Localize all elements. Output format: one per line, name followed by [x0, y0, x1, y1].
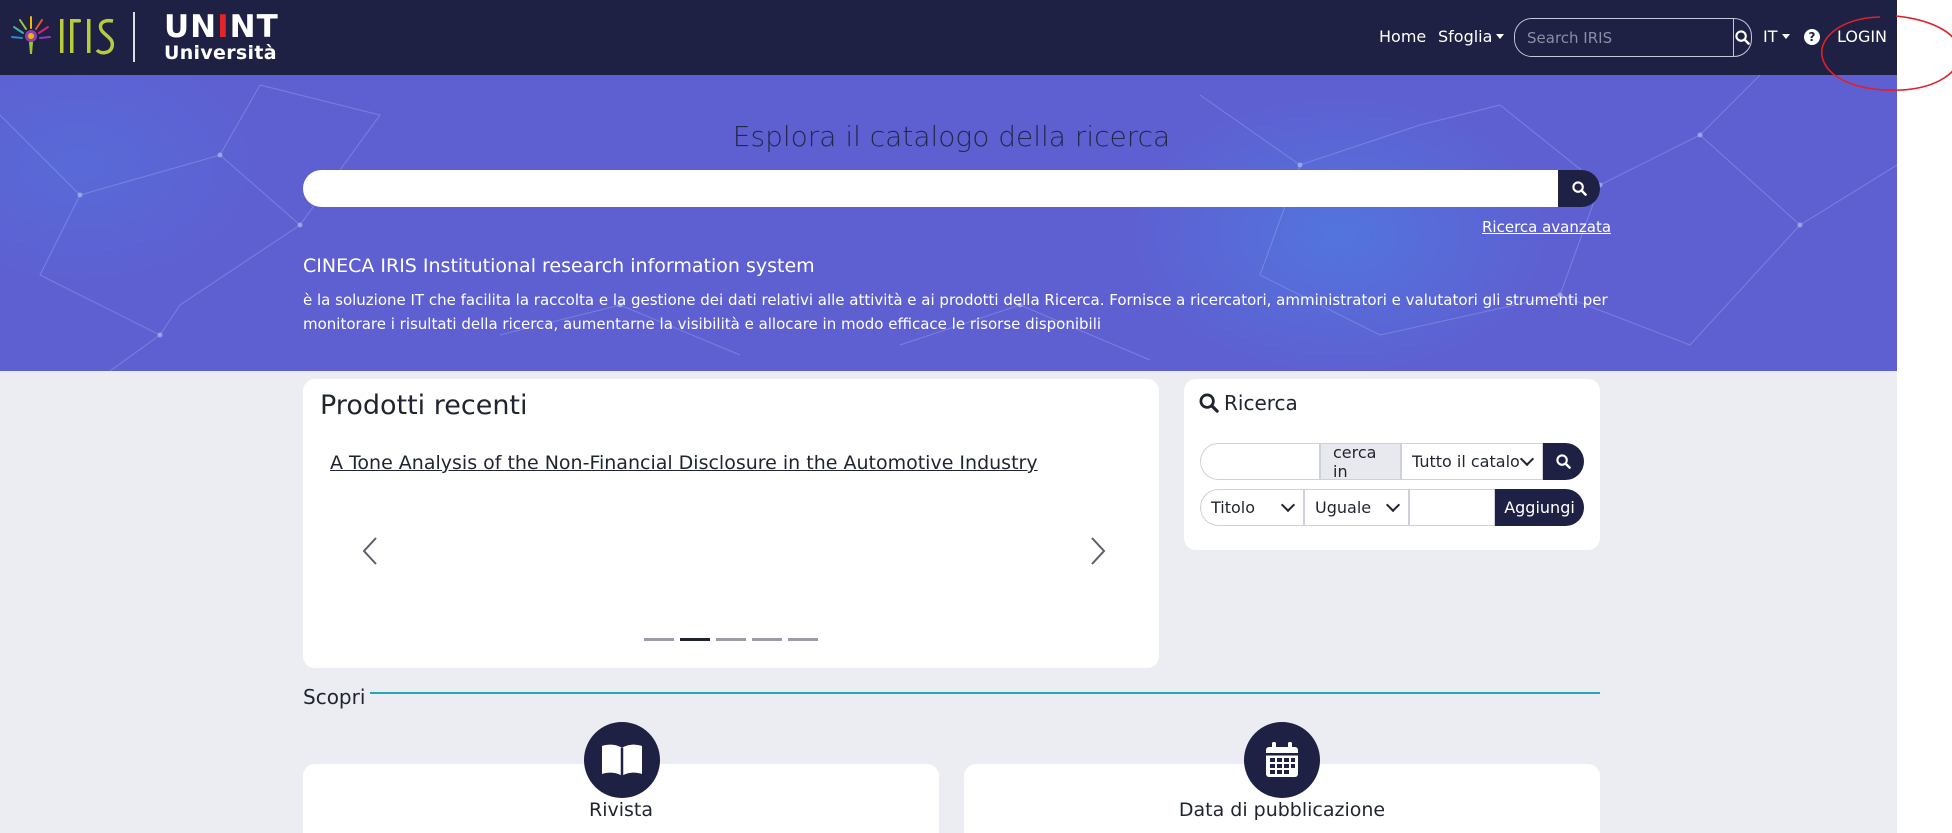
search-panel: Ricerca cerca in Tutto il catalo Titolo …	[1184, 379, 1600, 550]
category-icon-rivista	[584, 722, 660, 798]
annotation-circle	[1821, 15, 1952, 91]
search-term-input[interactable]	[1200, 443, 1320, 480]
language-label: IT	[1763, 27, 1778, 46]
field-select-value: Titolo	[1211, 498, 1256, 517]
unint-logo-top: UNINT	[164, 9, 279, 45]
navbar-search-input[interactable]	[1515, 19, 1733, 56]
carousel-indicator[interactable]	[752, 638, 782, 641]
unint-logo[interactable]: UNINT Università	[164, 9, 279, 64]
category-icon-data	[1244, 722, 1320, 798]
hero-title: Esplora il catalogo della ricerca	[732, 120, 1171, 153]
filter-value-input[interactable]	[1409, 489, 1495, 526]
chevron-down-icon	[1280, 497, 1296, 513]
hero-banner: Esplora il catalogo della ricerca Ricerc…	[0, 75, 1897, 371]
carousel-indicator[interactable]	[716, 638, 746, 641]
carousel-indicator[interactable]	[788, 638, 818, 641]
caret-down-icon	[1496, 34, 1505, 39]
search-icon	[1571, 181, 1587, 196]
category-label-rivista: Rivista	[589, 799, 653, 821]
recent-products-card: Prodotti recenti A Tone Analysis of the …	[303, 379, 1159, 668]
operator-select-value: Uguale	[1315, 498, 1372, 517]
carousel-prev-icon[interactable]	[357, 534, 383, 568]
discover-divider	[370, 692, 1600, 694]
carousel-indicator[interactable]	[680, 638, 710, 641]
nav-sfoglia-dropdown[interactable]: Sfoglia	[1438, 26, 1505, 48]
advanced-search-link[interactable]: Ricerca avanzata	[1482, 218, 1611, 236]
category-label-data: Data di pubblicazione	[1178, 799, 1386, 821]
hero-description: è la soluzione IT che facilita la raccol…	[303, 291, 1608, 333]
carousel-indicators	[644, 638, 818, 641]
add-filter-button[interactable]: Aggiungi	[1495, 489, 1584, 526]
hero-subtitle: CINECA IRIS Institutional research infor…	[303, 255, 815, 277]
chevron-down-icon	[1519, 451, 1535, 467]
recent-product-link[interactable]: A Tone Analysis of the Non-Financial Dis…	[330, 452, 1038, 474]
hero-search-button[interactable]	[1558, 170, 1600, 207]
hero-search-bar	[303, 170, 1600, 207]
nav-sfoglia-label: Sfoglia	[1438, 27, 1493, 46]
search-scope-value: Tutto il catalo	[1412, 452, 1520, 471]
top-navbar: UNINT Università Home Sfoglia IT ? LOGIN	[0, 0, 1897, 75]
search-panel-title-text: Ricerca	[1224, 391, 1298, 415]
search-icon	[1735, 30, 1750, 45]
book-icon	[602, 744, 642, 776]
search-in-label: cerca in	[1320, 443, 1401, 481]
unint-logo-bottom: Università	[164, 42, 277, 64]
iris-logo[interactable]	[10, 11, 120, 61]
caret-down-icon	[1781, 34, 1790, 39]
search-row-filter: Titolo Uguale Aggiungi	[1200, 489, 1584, 526]
search-panel-title: Ricerca	[1199, 391, 1298, 415]
calendar-icon	[1266, 742, 1298, 777]
chevron-down-icon	[1385, 497, 1401, 513]
search-row-main: cerca in Tutto il catalo	[1200, 443, 1584, 481]
page: UNINT Università Home Sfoglia IT ? LOGIN	[0, 0, 1897, 833]
field-select[interactable]: Titolo	[1200, 489, 1304, 526]
operator-select[interactable]: Uguale	[1304, 489, 1409, 526]
discover-title: Scopri	[303, 685, 366, 709]
carousel-indicator[interactable]	[644, 638, 674, 641]
navbar-search-button[interactable]	[1733, 19, 1751, 56]
nav-home-link[interactable]: Home	[1379, 26, 1426, 48]
search-icon	[1199, 393, 1219, 413]
navbar-search	[1514, 18, 1752, 57]
search-panel-submit[interactable]	[1543, 443, 1584, 480]
search-icon	[1556, 454, 1571, 469]
language-dropdown[interactable]: IT	[1763, 26, 1790, 48]
carousel-next-icon[interactable]	[1085, 534, 1111, 568]
logo-divider	[133, 12, 135, 62]
recent-products-title: Prodotti recenti	[320, 390, 528, 421]
hero-search-input[interactable]	[303, 170, 1558, 207]
search-scope-select[interactable]: Tutto il catalo	[1401, 443, 1543, 480]
